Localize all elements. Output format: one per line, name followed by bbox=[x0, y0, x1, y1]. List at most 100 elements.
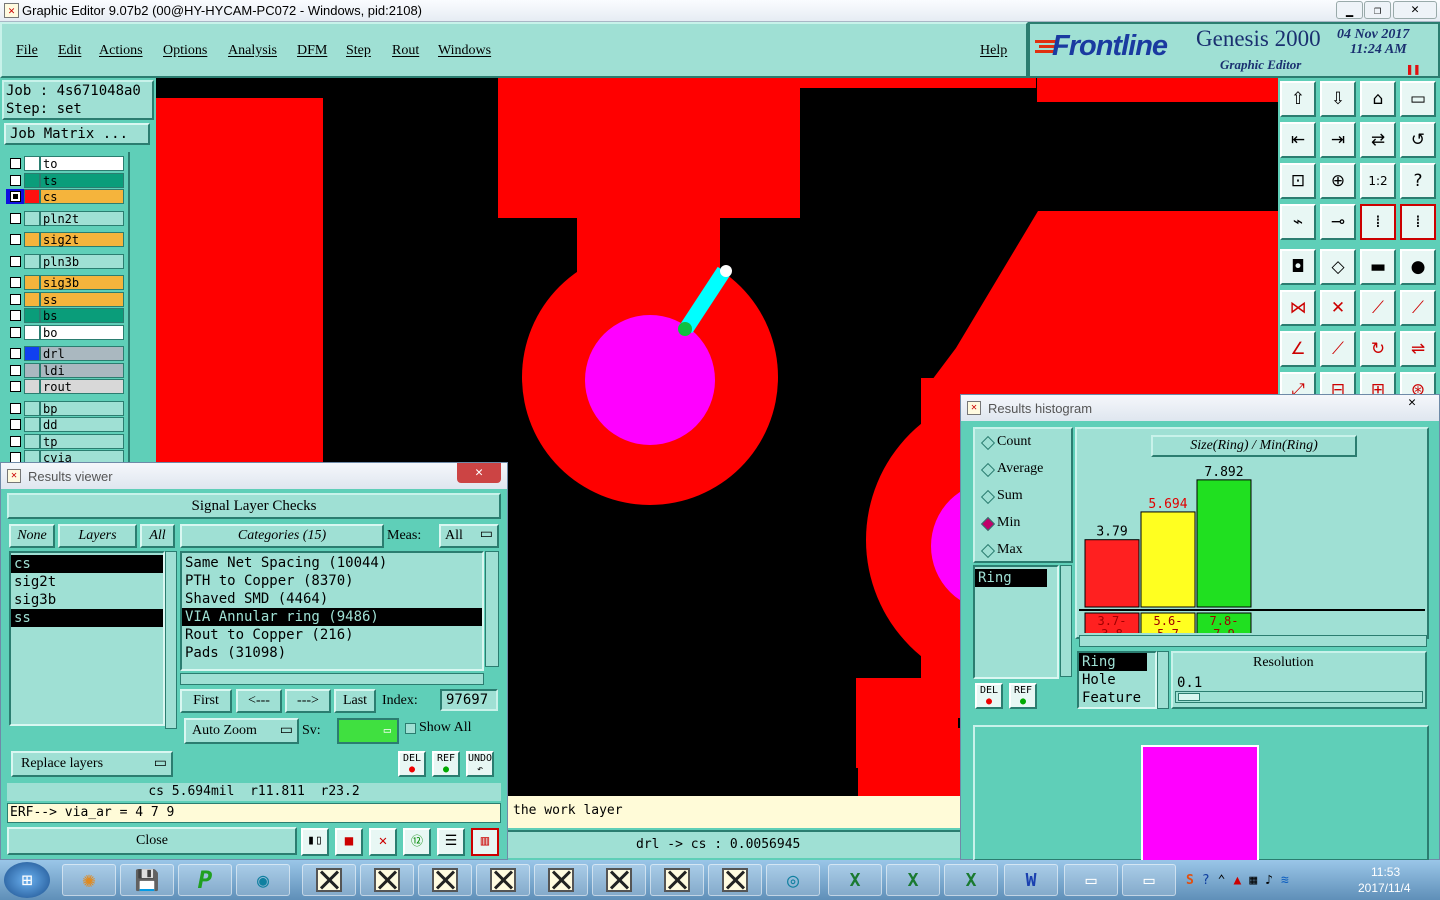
help-tool-button[interactable]: ? bbox=[1400, 163, 1436, 199]
layer-name[interactable]: pln2t bbox=[40, 210, 124, 226]
ref-button[interactable]: REF ● bbox=[432, 751, 460, 777]
histogram-item-scrollbar[interactable] bbox=[1060, 565, 1072, 677]
tray-expand-icon[interactable]: ⌃ bbox=[1218, 873, 1226, 888]
layer-checkbox[interactable] bbox=[10, 310, 21, 321]
exclude-button[interactable]: ✕ bbox=[369, 828, 397, 856]
layer-list-scrollbar[interactable] bbox=[128, 152, 154, 463]
layer-name[interactable]: sig2t bbox=[40, 232, 124, 247]
job-matrix-button[interactable]: Job Matrix ... bbox=[4, 123, 150, 145]
task-eye-app[interactable]: ◉ bbox=[236, 864, 290, 896]
task-viewer-app[interactable]: ◎ bbox=[766, 864, 820, 896]
layer-row-bs[interactable]: bs bbox=[6, 308, 124, 323]
polygon-tool-button[interactable]: ◇ bbox=[1320, 249, 1356, 285]
menu-help[interactable]: Help bbox=[980, 43, 1007, 59]
mode-option-count[interactable]: Count bbox=[975, 433, 1071, 453]
layer-name[interactable]: tp bbox=[40, 433, 124, 449]
input-icon[interactable]: ≋ bbox=[1281, 873, 1289, 888]
menu-actions[interactable]: Actions bbox=[99, 43, 143, 59]
vf-tool-button[interactable]: ▮▯ bbox=[301, 828, 329, 856]
volume-icon[interactable]: ♪ bbox=[1265, 873, 1273, 888]
task-excel-1[interactable]: X bbox=[828, 864, 882, 896]
layer-name[interactable]: cs bbox=[40, 189, 124, 204]
layer-checkbox[interactable] bbox=[10, 293, 21, 305]
category-item[interactable]: Pads (31098) bbox=[182, 644, 482, 662]
layer-name[interactable]: bo bbox=[40, 324, 124, 340]
undo-arrow-tool-button[interactable]: ↺ bbox=[1400, 122, 1436, 158]
result-layer-item[interactable]: ss bbox=[11, 609, 163, 627]
ring-item[interactable]: Ring bbox=[975, 569, 1047, 587]
categories-button[interactable]: Categories (15) bbox=[180, 524, 384, 548]
resolution-slider[interactable] bbox=[1175, 691, 1423, 703]
layer-checkbox[interactable] bbox=[10, 326, 21, 338]
layer-row-bo[interactable]: bo bbox=[6, 324, 124, 340]
help-icon[interactable]: ? bbox=[1202, 873, 1210, 888]
categories-hscrollbar[interactable] bbox=[180, 673, 484, 685]
mode-option-min[interactable]: Min bbox=[975, 514, 1071, 534]
angle-tool-button[interactable]: ∠ bbox=[1280, 331, 1316, 367]
layer-checkbox[interactable] bbox=[10, 402, 21, 414]
menu-edit[interactable]: Edit bbox=[58, 43, 81, 59]
layer-row-ss[interactable]: ss bbox=[6, 291, 124, 307]
flag-icon[interactable]: ▲ bbox=[1233, 873, 1241, 888]
layer-name[interactable]: ss bbox=[40, 291, 124, 307]
index-field[interactable]: 97697 bbox=[440, 689, 498, 711]
category-item[interactable]: Same Net Spacing (10044) bbox=[182, 554, 482, 572]
rotate-tool-button[interactable]: ↻ bbox=[1360, 331, 1396, 367]
layer-name[interactable]: sig3b bbox=[40, 275, 124, 290]
swap-tool-button[interactable]: ⇄ bbox=[1360, 122, 1396, 158]
layer-row-pln3b[interactable]: pln3b bbox=[6, 253, 124, 269]
histogram-button[interactable]: ▥ bbox=[471, 828, 499, 856]
layers-all-button[interactable]: All bbox=[140, 524, 175, 548]
layer-row-tp[interactable]: tp bbox=[6, 433, 124, 449]
flip-tool-button[interactable]: ⇌ bbox=[1400, 331, 1436, 367]
menu-options[interactable]: Options bbox=[163, 43, 207, 59]
layer-checkbox[interactable] bbox=[10, 381, 21, 392]
prev-button[interactable]: <--- bbox=[236, 689, 282, 713]
layer-checkbox[interactable] bbox=[10, 191, 21, 202]
mode-option-sum[interactable]: Sum bbox=[975, 487, 1071, 507]
snap-left-tool-button[interactable]: ⇤ bbox=[1280, 122, 1316, 158]
task-window-1[interactable]: ▭ bbox=[1064, 864, 1118, 896]
layer-checkbox[interactable] bbox=[10, 234, 21, 245]
layer-checkbox[interactable] bbox=[10, 435, 21, 447]
menu-step[interactable]: Step bbox=[346, 43, 371, 59]
layer-name[interactable]: rout bbox=[40, 379, 124, 394]
histogram-bar[interactable] bbox=[1084, 539, 1140, 608]
histogram-bar[interactable] bbox=[1140, 511, 1196, 608]
sv-color-select[interactable]: ▭ bbox=[337, 718, 399, 744]
cross-tool-button[interactable]: ✕ bbox=[1320, 290, 1356, 326]
replace-layers-select[interactable]: Replace layers ▭ bbox=[11, 751, 173, 777]
layer-checkbox[interactable] bbox=[10, 364, 21, 376]
task-excel-2[interactable]: X bbox=[886, 864, 940, 896]
dot-tool-button[interactable]: ● bbox=[1400, 249, 1436, 285]
layer-name[interactable]: drl bbox=[40, 346, 124, 361]
ratio-tool-button[interactable]: 1:2 bbox=[1360, 163, 1396, 199]
download-tool-button[interactable]: ⇩ bbox=[1320, 81, 1356, 117]
histogram-hscrollbar[interactable] bbox=[1079, 635, 1427, 647]
connect-tool-button[interactable]: ⋈ bbox=[1280, 290, 1316, 326]
auto-zoom-select[interactable]: Auto Zoom ▭ bbox=[184, 718, 299, 744]
menu-dfm[interactable]: DFM bbox=[297, 43, 327, 59]
mode-option-average[interactable]: Average bbox=[975, 460, 1071, 480]
result-layers-list[interactable]: cs sig2t sig3b ss bbox=[9, 551, 165, 726]
snap-right-tool-button[interactable]: ⇥ bbox=[1320, 122, 1356, 158]
menu-file[interactable]: File bbox=[16, 43, 38, 59]
layers-tool-button[interactable]: ⁞ bbox=[1360, 204, 1396, 240]
network-icon[interactable]: ▦ bbox=[1249, 873, 1257, 888]
task-word[interactable]: W bbox=[1004, 864, 1058, 896]
results-viewer-close-button[interactable]: ✕ bbox=[457, 463, 501, 483]
window-tool-button[interactable]: ▭ bbox=[1400, 81, 1436, 117]
task-excel-3[interactable]: X bbox=[944, 864, 998, 896]
layer-checkbox[interactable] bbox=[10, 174, 21, 186]
task-p-app[interactable]: P bbox=[178, 864, 232, 896]
layer-name[interactable]: dd bbox=[40, 417, 124, 432]
layer-row-rout[interactable]: rout bbox=[6, 379, 124, 394]
layer-checkbox[interactable] bbox=[10, 255, 21, 267]
upload-tool-button[interactable]: ⇧ bbox=[1280, 81, 1316, 117]
result-layer-item[interactable]: sig2t bbox=[11, 573, 163, 591]
layer-name[interactable]: to bbox=[40, 156, 124, 171]
categories-list[interactable]: Same Net Spacing (10044) PTH to Copper (8… bbox=[180, 551, 484, 671]
radio-icon[interactable] bbox=[980, 462, 996, 478]
layer-row-bp[interactable]: bp bbox=[6, 400, 124, 416]
layer-row-dd[interactable]: dd bbox=[6, 417, 124, 432]
